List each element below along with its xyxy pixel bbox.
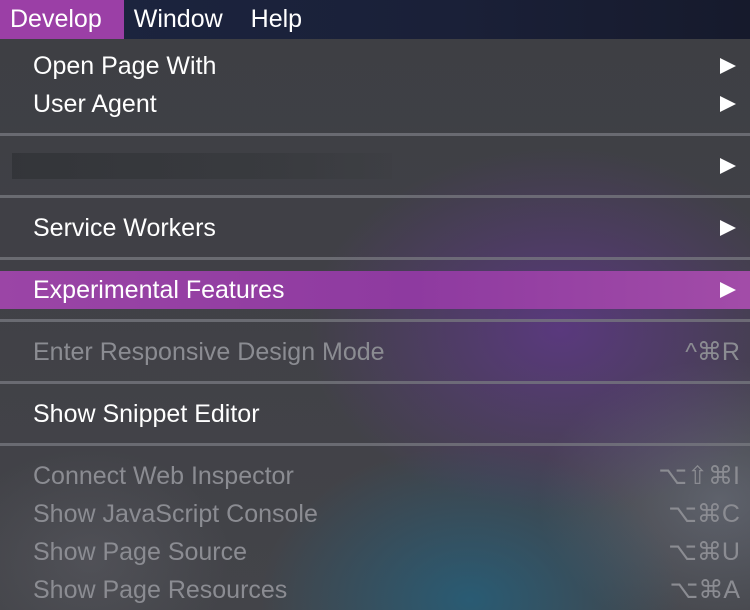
menu-item-show-page-source[interactable]: Show Page Source ⌥⌘U bbox=[0, 533, 750, 571]
menu-separator bbox=[0, 257, 750, 260]
submenu-arrow-icon bbox=[720, 158, 736, 174]
menu-separator bbox=[0, 381, 750, 384]
submenu-arrow-icon bbox=[720, 282, 736, 298]
menubar-help[interactable]: Help bbox=[241, 0, 320, 39]
keyboard-shortcut: ⌥⇧⌘I bbox=[658, 462, 740, 490]
menu-item-show-page-resources[interactable]: Show Page Resources ⌥⌘A bbox=[0, 571, 750, 609]
redacted-label bbox=[12, 153, 392, 179]
menu-bar: Develop Window Help bbox=[0, 0, 750, 39]
keyboard-shortcut: ⌥⌘C bbox=[668, 500, 740, 528]
menu-item-label: Show JavaScript Console bbox=[33, 500, 318, 528]
keyboard-shortcut: ^⌘R bbox=[685, 338, 740, 366]
menu-item-service-workers[interactable]: Service Workers bbox=[0, 209, 750, 247]
menubar-develop[interactable]: Develop bbox=[0, 0, 124, 39]
menu-item-label: Show Page Resources bbox=[33, 576, 288, 604]
menu-item-label: Experimental Features bbox=[33, 276, 285, 304]
menu-item-responsive-design-mode[interactable]: Enter Responsive Design Mode ^⌘R bbox=[0, 333, 750, 371]
menu-item-label: Service Workers bbox=[33, 214, 216, 242]
submenu-arrow-icon bbox=[720, 96, 736, 112]
menu-item-label: User Agent bbox=[33, 90, 157, 118]
menu-item-show-snippet-editor[interactable]: Show Snippet Editor bbox=[0, 395, 750, 433]
menu-item-label: Show Page Source bbox=[33, 538, 248, 566]
menu-separator bbox=[0, 133, 750, 136]
develop-menu: Open Page With User Agent Service Worker… bbox=[0, 39, 750, 610]
menu-item-user-agent[interactable]: User Agent bbox=[0, 85, 750, 123]
menu-separator bbox=[0, 195, 750, 198]
menu-item-open-page-with[interactable]: Open Page With bbox=[0, 47, 750, 85]
menu-item-connect-web-inspector[interactable]: Connect Web Inspector ⌥⇧⌘I bbox=[0, 457, 750, 495]
menu-item-redacted[interactable] bbox=[0, 147, 750, 185]
menu-item-label: Enter Responsive Design Mode bbox=[33, 338, 385, 366]
menu-item-label: Open Page With bbox=[33, 52, 217, 80]
menubar-window[interactable]: Window bbox=[124, 0, 241, 39]
menu-item-label: Show Snippet Editor bbox=[33, 400, 260, 428]
keyboard-shortcut: ⌥⌘A bbox=[669, 576, 740, 604]
menu-item-label: Connect Web Inspector bbox=[33, 462, 294, 490]
menu-separator bbox=[0, 319, 750, 322]
menu-item-show-javascript-console[interactable]: Show JavaScript Console ⌥⌘C bbox=[0, 495, 750, 533]
menu-separator bbox=[0, 443, 750, 446]
menu-item-experimental-features[interactable]: Experimental Features bbox=[0, 271, 750, 309]
submenu-arrow-icon bbox=[720, 58, 736, 74]
submenu-arrow-icon bbox=[720, 220, 736, 236]
keyboard-shortcut: ⌥⌘U bbox=[668, 538, 740, 566]
